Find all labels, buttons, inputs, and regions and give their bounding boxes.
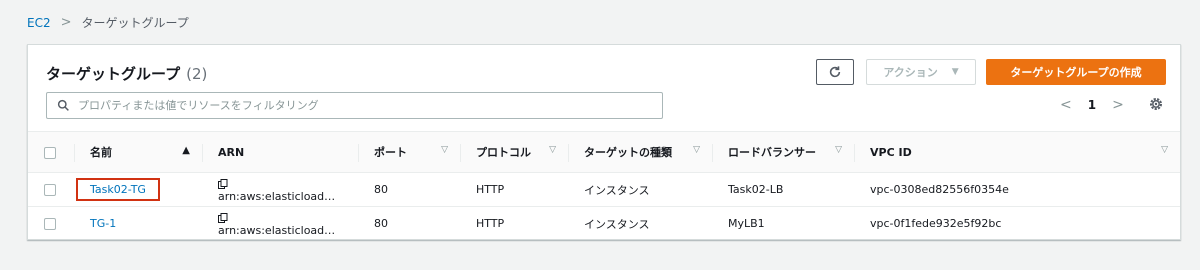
page-title: ターゲットグループ (2) <box>46 63 207 84</box>
column-divider <box>358 144 359 162</box>
arn-text: arn:aws:elasticload… <box>218 189 336 203</box>
item-count: (2) <box>186 65 208 83</box>
current-page[interactable]: 1 <box>1088 98 1096 112</box>
protocol-cell: HTTP <box>460 172 568 207</box>
table-row[interactable]: TG-1 arn:aws:elasticload… 80 HTTP インスタンス… <box>28 207 1180 241</box>
filter-input[interactable] <box>78 99 662 112</box>
column-header-protocol[interactable]: プロトコル ▽ <box>460 131 568 173</box>
name-cell: Task02-TG <box>74 172 202 207</box>
table-row[interactable]: Task02-TG arn:aws:elasticload… 80 HTTP イ… <box>28 172 1180 207</box>
select-all-cell <box>28 131 74 173</box>
target-groups-panel: ターゲットグループ (2) アクション ▼ ターゲットグループの作成 < 1 > <box>27 44 1181 240</box>
column-header-name[interactable]: 名前 ▲ <box>74 131 202 173</box>
actions-label: アクション <box>883 66 938 79</box>
column-header-label: ロードバランサー <box>728 146 816 159</box>
target-type-cell: インスタンス <box>584 217 650 231</box>
copy-icon[interactable] <box>218 178 228 189</box>
target-group-link[interactable]: Task02-TG <box>90 183 146 196</box>
sort-icon[interactable]: ▽ <box>441 145 448 155</box>
column-header-port[interactable]: ポート ▽ <box>358 131 460 173</box>
refresh-button[interactable] <box>816 59 854 85</box>
column-header-arn: ARN <box>202 131 358 173</box>
vpc-id-cell: vpc-0308ed82556f0354e <box>854 172 1180 207</box>
column-header-label: プロトコル <box>476 146 531 159</box>
column-header-label: VPC ID <box>870 145 912 159</box>
row-select-cell <box>28 172 74 207</box>
target-group-link[interactable]: TG-1 <box>90 217 116 230</box>
target-groups-table: 名前 ▲ ARN ポート ▽ プロトコル ▽ ターゲットの種類 ▽ ロードバランサー ▽ … <box>28 131 1180 241</box>
port-cell: 80 <box>358 172 460 207</box>
column-header-label: ターゲットの種類 <box>584 146 672 159</box>
gear-icon[interactable] <box>1148 96 1164 112</box>
sort-icon[interactable]: ▽ <box>549 145 556 155</box>
column-header-label: ARN <box>218 145 245 159</box>
row-checkbox[interactable] <box>44 184 56 196</box>
breadcrumb: EC2 > ターゲットグループ <box>27 14 189 31</box>
actions-button[interactable]: アクション ▼ <box>866 59 976 85</box>
title-text: ターゲットグループ <box>46 65 181 83</box>
column-divider <box>568 144 569 162</box>
column-header-target-type[interactable]: ターゲットの種類 ▽ <box>568 131 712 173</box>
caret-down-icon: ▼ <box>951 67 959 77</box>
arn-cell: arn:aws:elasticload… <box>202 207 358 241</box>
load-balancer-cell: Task02-LB <box>712 172 854 207</box>
next-page-icon[interactable]: > <box>1112 97 1124 113</box>
row-checkbox[interactable] <box>44 218 56 231</box>
column-header-vpc-id[interactable]: VPC ID ▽ <box>854 131 1180 173</box>
pagination: < 1 > <box>1060 97 1124 113</box>
prev-page-icon[interactable]: < <box>1060 97 1072 113</box>
arn-text: arn:aws:elasticload… <box>218 223 336 237</box>
panel-header: ターゲットグループ (2) アクション ▼ ターゲットグループの作成 < 1 > <box>28 45 1180 131</box>
create-target-group-button[interactable]: ターゲットグループの作成 <box>986 59 1166 85</box>
column-divider <box>202 144 203 162</box>
name-cell: TG-1 <box>74 207 202 241</box>
sort-icon[interactable]: ▽ <box>693 145 700 155</box>
column-header-load-balancer[interactable]: ロードバランサー ▽ <box>712 131 854 173</box>
column-divider <box>460 144 461 162</box>
port-cell: 80 <box>374 217 388 231</box>
column-divider <box>712 144 713 162</box>
breadcrumb-current: ターゲットグループ <box>81 16 189 30</box>
load-balancer-cell: MyLB1 <box>728 217 765 231</box>
sort-ascending-icon[interactable]: ▲ <box>182 145 190 156</box>
target-type-cell: インスタンス <box>568 172 712 207</box>
refresh-icon <box>829 66 841 78</box>
column-divider <box>74 144 75 162</box>
breadcrumb-separator: > <box>60 15 72 30</box>
arn-cell: arn:aws:elasticload… <box>202 172 358 207</box>
table-header-row: 名前 ▲ ARN ポート ▽ プロトコル ▽ ターゲットの種類 ▽ ロードバランサー ▽ … <box>28 131 1180 173</box>
search-icon <box>57 99 69 111</box>
row-select-cell <box>28 207 74 241</box>
vpc-id-cell: vpc-0f1fede932e5f92bc <box>870 217 1002 231</box>
highlight-box: Task02-TG <box>76 178 160 201</box>
breadcrumb-ec2-link[interactable]: EC2 <box>27 16 51 30</box>
column-divider <box>854 144 855 162</box>
filter-field[interactable] <box>46 92 663 119</box>
sort-icon[interactable]: ▽ <box>1161 145 1168 155</box>
column-header-label: 名前 <box>90 146 112 159</box>
copy-icon[interactable] <box>218 212 228 223</box>
protocol-cell: HTTP <box>476 217 505 231</box>
select-all-checkbox[interactable] <box>44 146 56 159</box>
column-header-label: ポート <box>374 146 407 159</box>
sort-icon[interactable]: ▽ <box>835 145 842 155</box>
